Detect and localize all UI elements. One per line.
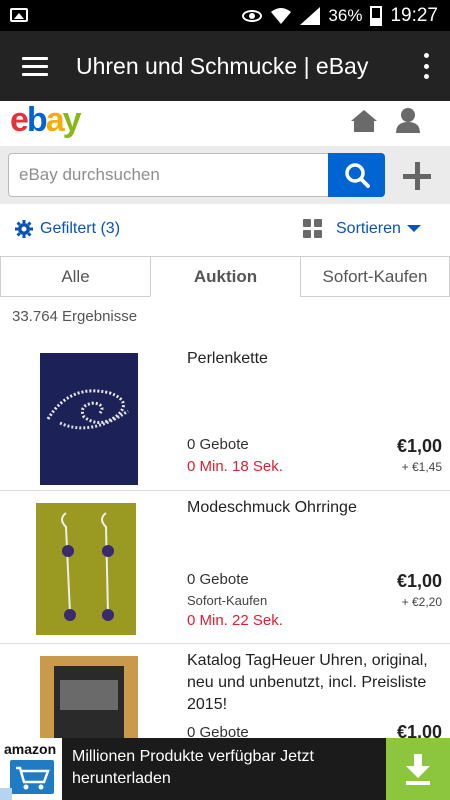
list-item[interactable]: Katalog TagHeuer Uhren, original, neu un… <box>0 644 450 738</box>
wifi-icon <box>271 7 292 24</box>
cart-icon <box>10 760 54 794</box>
item-bids: 0 Gebote <box>187 571 249 588</box>
sort-area: Sortieren <box>303 219 421 238</box>
search-row: eBay durchsuchen <box>0 146 450 204</box>
item-price: €1,00 <box>396 722 442 738</box>
search-input[interactable]: eBay durchsuchen <box>8 153 328 197</box>
item-buy-it-now: Sofort-Kaufen <box>187 593 268 608</box>
search-placeholder: eBay durchsuchen <box>19 165 160 184</box>
signal-icon <box>300 6 321 25</box>
amazon-brand: amazon <box>4 741 57 757</box>
user-icon[interactable] <box>395 107 421 133</box>
results-count: 33.764 Ergebnisse <box>12 308 138 325</box>
filter-label: Gefiltert (3) <box>40 220 121 237</box>
battery-percent: 36% <box>328 5 363 25</box>
tab-bar: Alle Auktion Sofort-Kaufen <box>0 256 450 297</box>
list-item[interactable]: Perlenkette 0 Gebote 0 Min. 18 Sek. €1,0… <box>0 340 450 491</box>
item-title[interactable]: Perlenkette <box>187 348 442 370</box>
search-icon <box>344 163 370 188</box>
chevron-down-icon <box>406 225 421 232</box>
clock: 19:27 <box>390 4 438 26</box>
list-item[interactable]: Modeschmuck Ohrringe 0 Gebote Sofort-Kau… <box>0 491 450 644</box>
status-right: 36% 19:27 <box>242 0 438 31</box>
add-icon[interactable] <box>400 159 434 193</box>
filter-button[interactable]: Gefiltert (3) <box>14 219 120 239</box>
catalog-image <box>40 656 138 738</box>
search-button[interactable] <box>328 153 385 197</box>
item-time-left: 0 Min. 22 Sek. <box>187 612 283 629</box>
necklace-image <box>40 353 138 485</box>
item-price: €1,00 <box>396 571 442 591</box>
filter-row: Gefiltert (3) Sortieren <box>0 204 450 256</box>
earrings-image <box>36 503 136 635</box>
tab-sofort-kaufen[interactable]: Sofort-Kaufen <box>300 256 450 297</box>
grid-view-icon[interactable] <box>303 219 322 238</box>
ad-banner[interactable]: amazon Millionen Produkte verfügbar Jetz… <box>0 738 450 800</box>
adchoices-icon[interactable] <box>0 788 12 800</box>
page-title: Uhren und Schmucke | eBay <box>76 53 369 79</box>
ad-text: Millionen Produkte verfügbar Jetzt herun… <box>72 748 314 787</box>
battery-icon <box>370 5 383 26</box>
download-button[interactable] <box>386 738 450 800</box>
logo-bar: ebay <box>0 101 450 146</box>
tab-auktion[interactable]: Auktion <box>150 256 301 297</box>
app-bar: Uhren und Schmucke | eBay <box>0 31 450 101</box>
item-image-earrings[interactable] <box>36 503 136 635</box>
item-image-necklace[interactable] <box>40 353 138 485</box>
status-bar: 36% 19:27 <box>0 0 450 31</box>
ebay-logo[interactable]: ebay <box>10 101 82 140</box>
gear-icon <box>15 220 33 238</box>
eye-icon <box>242 9 263 22</box>
item-title[interactable]: Modeschmuck Ohrringe <box>187 497 442 519</box>
item-bids: 0 Gebote <box>187 724 249 738</box>
sort-button[interactable]: Sortieren <box>336 220 401 238</box>
item-shipping: + €2,20 <box>401 595 442 609</box>
download-icon <box>406 754 430 785</box>
home-icon[interactable] <box>350 109 378 133</box>
item-bids: 0 Gebote <box>187 436 249 453</box>
item-title[interactable]: Katalog TagHeuer Uhren, original, neu un… <box>187 650 442 716</box>
item-time-left: 0 Min. 18 Sek. <box>187 458 283 475</box>
menu-icon[interactable] <box>22 57 48 77</box>
overflow-menu-icon[interactable] <box>422 53 430 79</box>
item-price: €1,00 <box>396 436 442 456</box>
item-shipping: + €1,45 <box>401 460 442 474</box>
item-image-catalog[interactable] <box>40 656 138 738</box>
tab-alle[interactable]: Alle <box>0 256 151 297</box>
image-notification-icon <box>10 8 28 22</box>
